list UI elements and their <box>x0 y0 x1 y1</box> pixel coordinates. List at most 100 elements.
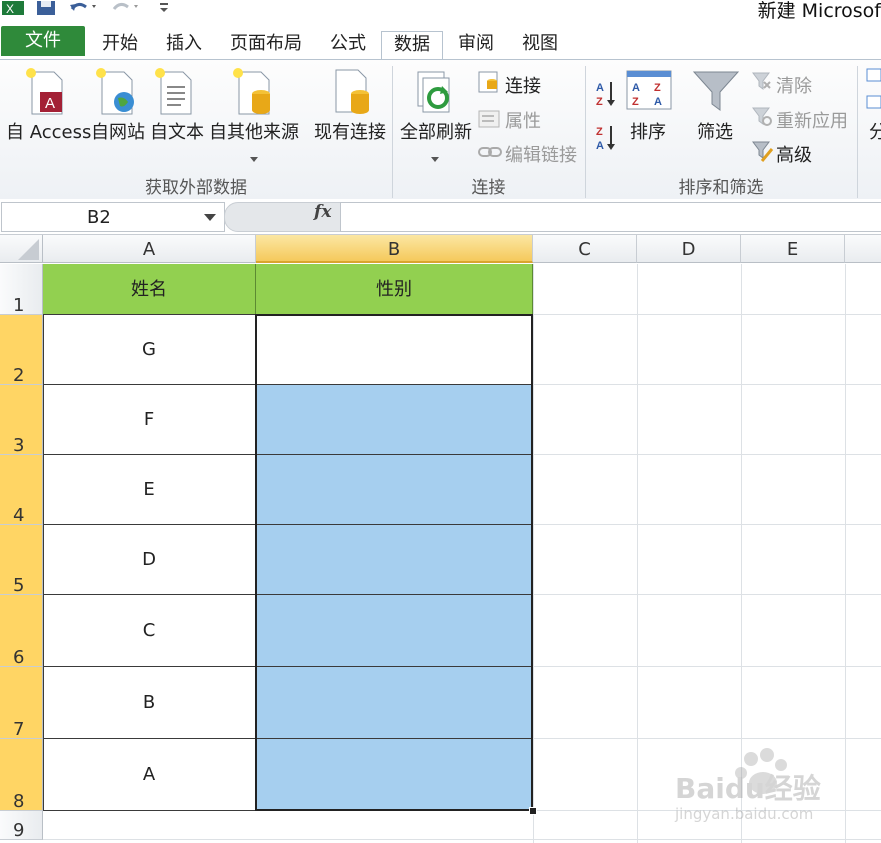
cell-a2[interactable]: G <box>43 315 256 385</box>
cell-a1[interactable]: 姓名 <box>43 264 256 315</box>
group-label-connections: 连接 <box>471 178 506 198</box>
advanced-filter-icon <box>752 141 774 168</box>
existing-connections-icon <box>330 66 374 121</box>
row-header-1[interactable]: 1 <box>0 264 43 316</box>
sort-button[interactable]: 排序 <box>630 118 666 144</box>
group-label-sort-filter: 排序和筛选 <box>678 178 764 198</box>
clear-button[interactable]: 清除 <box>776 72 812 98</box>
column-header-e[interactable]: E <box>741 235 845 263</box>
row-header-5[interactable]: 5 <box>0 525 43 596</box>
cell-b3[interactable] <box>256 385 533 455</box>
dropdown-arrow-icon <box>250 148 258 168</box>
ribbon: A 自 Access 自网站 自文本 自其他来源 现有连接 获取外部数据 全部刷… <box>0 59 881 200</box>
group-divider <box>857 66 858 198</box>
svg-text:A: A <box>596 82 604 94</box>
tab-page-layout[interactable]: 页面布局 <box>221 31 311 59</box>
svg-text:A: A <box>45 95 55 112</box>
svg-text:Z: Z <box>654 82 661 94</box>
chevron-down-icon[interactable] <box>204 214 216 221</box>
advanced-button[interactable]: 高级 <box>776 141 812 167</box>
filter-button[interactable]: 筛选 <box>697 118 733 144</box>
svg-text:A: A <box>596 140 604 152</box>
tab-review[interactable]: 审阅 <box>449 31 503 59</box>
cell-b6[interactable] <box>256 595 533 667</box>
row-header-6[interactable]: 6 <box>0 595 43 668</box>
cell-a7[interactable]: B <box>43 667 256 739</box>
cell-a4[interactable]: E <box>43 455 256 525</box>
window-title: 新建 Microsof <box>757 0 881 22</box>
gridline <box>637 264 638 843</box>
sort-ascending-icon[interactable]: AZ <box>595 80 617 113</box>
properties-button[interactable]: 属性 <box>505 107 541 133</box>
cell-a5[interactable]: D <box>43 525 256 595</box>
cell-a8[interactable]: A <box>43 739 256 811</box>
quick-access-toolbar: X 新建 Microsof <box>0 0 881 24</box>
svg-text:A: A <box>654 96 662 108</box>
insert-function-icon[interactable]: fx <box>314 202 331 222</box>
cell-b8[interactable] <box>256 739 533 811</box>
row-header-7[interactable]: 7 <box>0 667 43 740</box>
baidu-watermark: Baidu经验 jingyan.baidu.com <box>673 747 878 827</box>
other-sources-icon <box>231 66 275 121</box>
existing-connections-button[interactable]: 现有连接 <box>314 118 386 144</box>
connections-button[interactable]: 连接 <box>505 72 541 98</box>
redo-icon[interactable] <box>110 0 140 20</box>
cell-b5[interactable] <box>256 525 533 595</box>
tab-insert[interactable]: 插入 <box>157 31 211 59</box>
cell-b7[interactable] <box>256 667 533 739</box>
clear-filter-icon <box>752 72 772 97</box>
undo-icon[interactable] <box>68 0 98 20</box>
gridline <box>533 264 534 843</box>
row-header-4[interactable]: 4 <box>0 455 43 526</box>
watermark-url: jingyan.baidu.com <box>675 805 814 823</box>
reapply-button[interactable]: 重新应用 <box>776 107 848 133</box>
dropdown-arrow-icon <box>431 148 439 168</box>
column-header-a[interactable]: A <box>43 235 256 263</box>
from-access-button[interactable]: 自 Access <box>6 118 91 144</box>
svg-text:Z: Z <box>596 96 603 108</box>
cell-b2-active[interactable] <box>256 315 533 385</box>
refresh-all-icon <box>414 68 458 123</box>
watermark-brand: Baidu经验 <box>675 772 821 805</box>
column-header-b[interactable]: B <box>256 235 533 263</box>
tab-data[interactable]: 数据 <box>381 31 443 61</box>
text-to-columns-button[interactable]: 分 <box>869 118 881 144</box>
cell-border <box>43 315 44 811</box>
data-tools-icon <box>866 68 881 119</box>
customize-qat-icon[interactable] <box>158 0 170 20</box>
svg-text:A: A <box>632 82 640 94</box>
refresh-all-button[interactable]: 全部刷新 <box>400 118 472 144</box>
sort-descending-icon[interactable]: ZA <box>595 124 617 157</box>
name-box[interactable]: B2 <box>1 202 225 232</box>
svg-text:Z: Z <box>596 126 603 138</box>
access-icon: A <box>24 66 68 121</box>
tab-file[interactable]: 文件 <box>1 26 85 56</box>
svg-text:X: X <box>6 2 14 15</box>
svg-text:Z: Z <box>632 96 639 108</box>
cell-b4[interactable] <box>256 455 533 525</box>
cell-a6[interactable]: C <box>43 595 256 667</box>
formula-input[interactable] <box>340 202 881 232</box>
from-web-button[interactable]: 自网站 <box>91 118 145 144</box>
select-all-button[interactable] <box>0 235 43 263</box>
fill-handle[interactable] <box>529 807 537 815</box>
row-header-3[interactable]: 3 <box>0 385 43 456</box>
reapply-icon <box>752 107 772 132</box>
cell-b1[interactable]: 性别 <box>256 264 533 315</box>
row-header-8[interactable]: 8 <box>0 739 43 812</box>
tab-formulas[interactable]: 公式 <box>321 31 375 59</box>
edit-links-button[interactable]: 编辑链接 <box>505 141 577 167</box>
column-header-c[interactable]: C <box>533 235 637 263</box>
row-header-2[interactable]: 2 <box>0 315 43 386</box>
tab-home[interactable]: 开始 <box>93 31 147 59</box>
tab-view[interactable]: 视图 <box>513 31 567 59</box>
column-header-f[interactable] <box>845 235 881 263</box>
column-header-d[interactable]: D <box>637 235 741 263</box>
cell-a3[interactable]: F <box>43 385 256 455</box>
from-text-button[interactable]: 自文本 <box>150 118 204 144</box>
from-other-sources-button[interactable]: 自其他来源 <box>209 118 299 144</box>
row-header-9[interactable]: 9 <box>0 811 43 841</box>
formula-bar: B2 fx <box>0 199 881 235</box>
web-icon <box>94 66 138 121</box>
save-icon[interactable] <box>36 0 56 20</box>
